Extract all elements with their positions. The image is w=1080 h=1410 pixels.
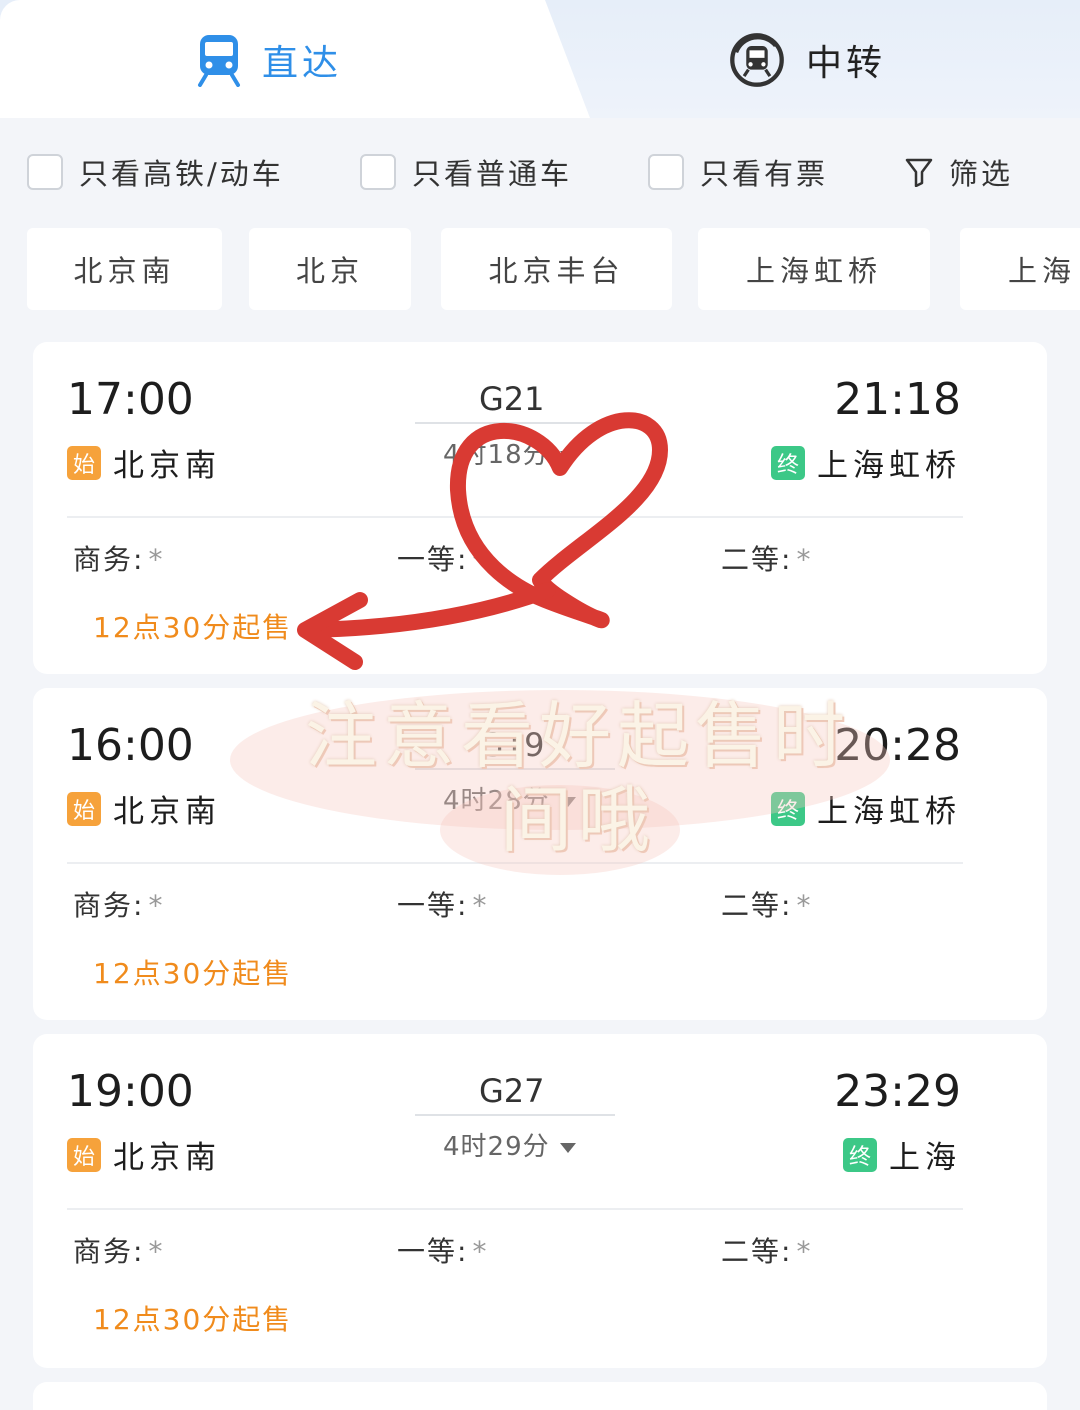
annotation-note: 注意看好起售时 间哦: [228, 694, 928, 862]
annotation-note-line2: 间哦: [499, 778, 656, 862]
heart-stroke: [449, 412, 668, 629]
annotation-note-line1: 注意看好起售时: [304, 694, 851, 778]
